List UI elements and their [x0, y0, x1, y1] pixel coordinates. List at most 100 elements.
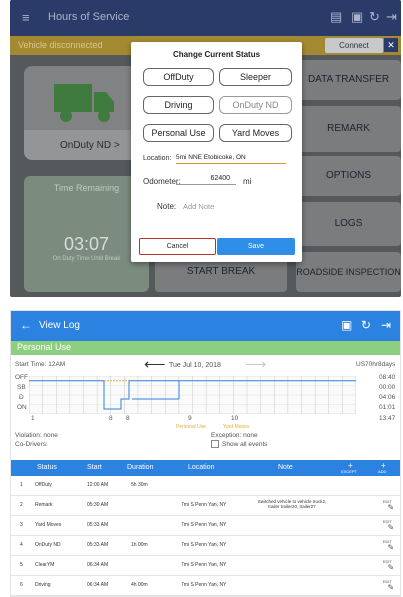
row-number: 3: [20, 522, 23, 528]
total-on: 01:01: [379, 404, 396, 411]
device-icon[interactable]: ▣: [351, 9, 363, 25]
logout-icon[interactable]: ⇥: [381, 318, 391, 332]
log-table-row[interactable]: 4 OnDuty ND 05:33 AM 1h 00m 7mi S Penn Yan, …: [11, 536, 400, 556]
row-status: ClearYM: [35, 562, 55, 568]
log-table-row[interactable]: 3 Yard Moves 05:33 AM 7mi S Penn Yan, NY ✎ ED…: [11, 516, 400, 536]
pencil-icon: ✎: [387, 543, 395, 552]
row-start: 05:30 AM: [87, 502, 109, 508]
prev-day-arrow-icon[interactable]: ⟵: [144, 355, 166, 373]
odometer-field[interactable]: 62400: [176, 175, 236, 185]
row-number: 2: [20, 502, 23, 508]
personal-use-button[interactable]: Personal Use: [143, 124, 214, 142]
grid-row-off: OFF: [15, 374, 28, 381]
duty-status-graph[interactable]: [29, 376, 356, 414]
device-icon[interactable]: ▣: [341, 318, 352, 332]
refresh-icon[interactable]: ↻: [369, 9, 380, 25]
legend-personal-use: Personal Use: [176, 424, 207, 430]
log-table-row[interactable]: 5 ClearYM 06:34 AM 7mi S Penn Yan, NY ✎ EDIT: [11, 556, 400, 576]
row-start: 05:33 AM: [87, 522, 109, 528]
row-number: 4: [20, 542, 23, 548]
start-time: Start Time: 12AM: [15, 361, 66, 368]
row-location: 7mi S Penn Yan, NY: [181, 522, 227, 528]
logout-icon[interactable]: ⇥: [386, 9, 397, 25]
save-button[interactable]: Save: [217, 238, 295, 255]
col-except[interactable]: EXCEPT: [341, 469, 357, 474]
row-duration: 5h 30m: [131, 482, 148, 488]
location-field[interactable]: 5mi NNE Etobicoke, ON: [176, 154, 286, 164]
refresh-icon[interactable]: ↻: [361, 318, 371, 332]
remark-button[interactable]: REMARK: [296, 106, 401, 152]
back-arrow-icon[interactable]: ←: [20, 318, 32, 332]
log-table-row[interactable]: 1 OffDuty 12:00 AM 5h 30m: [11, 476, 400, 496]
show-all-events-checkbox[interactable]: [211, 440, 219, 448]
connect-button[interactable]: Connect: [325, 38, 383, 53]
row-location: 7mi S Penn Yan, NY: [181, 562, 227, 568]
pencil-icon: ✎: [387, 523, 395, 532]
grid-row-d: D: [19, 394, 24, 401]
log-table-row[interactable]: 2 Remark 05:30 AM 7mi S Penn Yan, NY Switche…: [11, 496, 400, 516]
sleeper-button[interactable]: Sleeper: [219, 68, 292, 86]
row-start: 12:00 AM: [87, 482, 109, 488]
driving-button[interactable]: Driving: [143, 96, 214, 114]
col-note: Note: [278, 464, 293, 471]
app-bar: ← View Log ▣ ↻ ⇥: [11, 311, 400, 341]
cycle-label: US70hr8days: [356, 361, 396, 368]
total-sum: 13:47: [379, 415, 396, 422]
row-status: OffDuty: [35, 482, 52, 488]
col-start: Start: [87, 464, 102, 471]
edit-button[interactable]: ✎ EDIT: [383, 558, 394, 572]
options-button[interactable]: OPTIONS: [296, 156, 401, 196]
yard-moves-button[interactable]: Yard Moves: [219, 124, 292, 142]
total-off: 08:40: [379, 374, 396, 381]
axis-label: 10: [231, 415, 239, 422]
logs-button[interactable]: LOGS: [296, 202, 401, 246]
row-status: Driving: [35, 582, 51, 588]
row-duration: 1h 00m: [131, 542, 148, 548]
axis-label: 8: [109, 415, 113, 422]
col-add[interactable]: ADD: [378, 469, 386, 474]
pencil-icon: ✎: [387, 583, 395, 592]
edit-button[interactable]: ✎ EDIT: [383, 538, 394, 552]
change-status-dialog: Change Current Status OffDuty Sleeper Dr…: [131, 42, 302, 262]
row-duration: 4h 00m: [131, 582, 148, 588]
app-bar: ≡ Hours of Service ▤ ▣ ↻ ⇥: [10, 0, 401, 36]
status-banner-text: Personal Use: [17, 342, 72, 352]
co-drivers-text: Co-Drivers:: [15, 441, 48, 448]
legend-yard-moves: Yard Moves: [223, 424, 250, 430]
menu-icon[interactable]: ≡: [22, 10, 30, 25]
row-status: Remark: [35, 502, 53, 508]
banner-text: Vehicle disconnected: [18, 40, 103, 50]
log-table-row[interactable]: 6 Driving 06:34 AM 4h 00m 7mi S Penn Yan, NY…: [11, 576, 400, 596]
row-start: 05:33 AM: [87, 542, 109, 548]
row-status: Yard Moves: [35, 522, 62, 528]
axis-label: 8: [126, 415, 130, 422]
log-table-header: Status Start Duration Location Note + EX…: [11, 460, 400, 476]
pencil-icon: ✎: [387, 563, 395, 572]
chevron-right-icon: >: [114, 140, 120, 151]
roadside-inspection-button[interactable]: ROADSIDE INSPECTION: [296, 252, 401, 292]
edit-button[interactable]: ✎ EDIT: [383, 578, 394, 592]
col-duration: Duration: [127, 464, 154, 471]
row-status: OnDuty ND: [35, 542, 61, 548]
row-note: Switched vehicle to vehicle truck2, trai…: [257, 499, 327, 509]
total-sb: 00:00: [379, 384, 396, 391]
next-day-arrow-icon: ⟶: [245, 356, 267, 373]
row-start: 06:34 AM: [87, 562, 109, 568]
row-number: 1: [20, 482, 23, 488]
message-icon[interactable]: ▤: [330, 9, 342, 25]
data-transfer-button[interactable]: DATA TRANSFER: [296, 60, 401, 100]
row-start: 06:34 AM: [87, 582, 109, 588]
exception-text: Exception: none: [211, 432, 258, 439]
edit-button[interactable]: ✎ EDIT: [383, 518, 394, 532]
note-field[interactable]: Add Note: [183, 202, 214, 211]
view-log-screen: ← View Log ▣ ↻ ⇥ Personal Use Start Time…: [10, 310, 401, 597]
dialog-title: Change Current Status: [172, 50, 261, 59]
close-icon[interactable]: ✕: [384, 38, 398, 52]
current-status-label: OnDuty ND: [60, 140, 112, 151]
row-location: 7mi S Penn Yan, NY: [181, 582, 227, 588]
offduty-button[interactable]: OffDuty: [143, 68, 214, 86]
cancel-button[interactable]: Cancel: [139, 238, 216, 255]
log-date: Tue Jul 10, 2018: [169, 362, 221, 369]
row-number: 6: [20, 582, 23, 588]
edit-button[interactable]: ✎ EDIT: [383, 498, 394, 512]
